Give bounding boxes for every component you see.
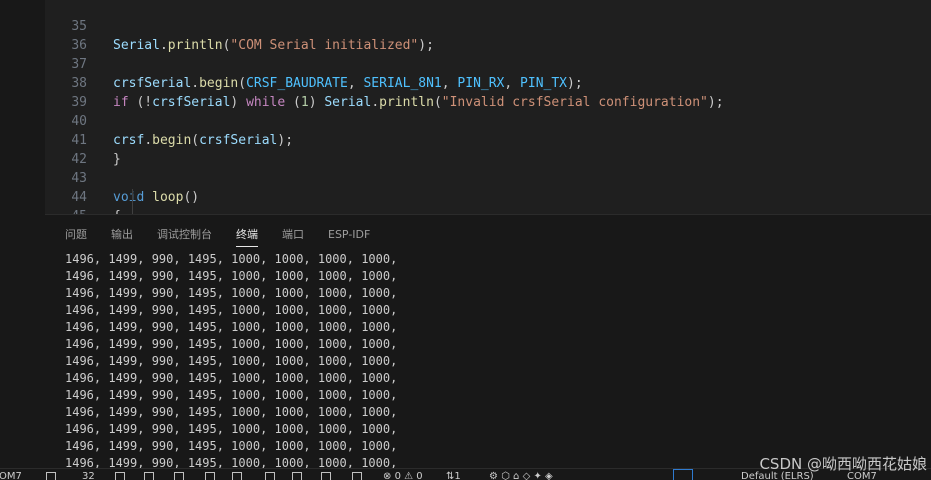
debug-icon[interactable] (321, 470, 331, 480)
terminal-line: 1496, 1499, 990, 1495, 1000, 1000, 1000,… (65, 388, 398, 402)
tab-problems[interactable]: 问题 (65, 225, 87, 245)
terminal-line: 1496, 1499, 990, 1495, 1000, 1000, 1000,… (65, 252, 398, 266)
code-line: 40 crsf.begin(crsfSerial); (45, 93, 293, 148)
panel-tabs: 问题 输出 调试控制台 终端 端口 ESP-IDF (45, 215, 931, 253)
terminal-line: 1496, 1499, 990, 1495, 1000, 1000, 1000,… (65, 320, 398, 334)
code-text: } (113, 152, 121, 167)
code-line: 42 (45, 131, 92, 167)
indent-guide (132, 189, 133, 214)
plug-icon[interactable] (232, 470, 242, 480)
warning-count: 0 (416, 471, 423, 480)
code-line: 45 // Must call crsf.update() in loop() … (45, 188, 92, 214)
code-text: crsfSerial.begin(CRSF_BAUDRATE, SERIAL_8… (113, 76, 583, 91)
code-text: void loop() (113, 190, 200, 205)
code-line: 43 void loop() (45, 150, 199, 205)
code-line: 35 Serial.println("COM Serial initialize… (45, 0, 434, 53)
terminal-line: 1496, 1499, 990, 1495, 1000, 1000, 1000,… (65, 354, 398, 368)
tab-esp-idf[interactable]: ESP-IDF (328, 225, 370, 245)
code-text: crsf.begin(crsfSerial); (113, 133, 294, 148)
terminal-line: 1496, 1499, 990, 1495, 1000, 1000, 1000,… (65, 337, 398, 351)
terminal-output[interactable]: 1496, 1499, 990, 1495, 1000, 1000, 1000,… (65, 251, 885, 469)
code-text: if (!crsfSerial) while (1) Serial.printl… (113, 95, 724, 110)
code-line: 44 { (45, 169, 120, 214)
status-com-port-left[interactable]: COM7 (0, 470, 22, 480)
check-icon[interactable] (174, 470, 184, 480)
active-status-button[interactable] (673, 469, 693, 480)
monitor-icon[interactable] (352, 470, 362, 480)
play-icon[interactable] (265, 470, 275, 480)
code-line: 37 crsfSerial.begin(CRSF_BAUDRATE, SERIA… (45, 36, 582, 91)
terminal-icon[interactable] (292, 470, 302, 480)
code-line: 39 (45, 74, 92, 110)
problems-status[interactable]: ⊗ 0 ⚠ 0 (383, 470, 423, 480)
tab-output[interactable]: 输出 (111, 225, 133, 245)
terminal-line: 1496, 1499, 990, 1495, 1000, 1000, 1000,… (65, 456, 398, 469)
arrow-right-icon[interactable] (205, 470, 215, 480)
code-line: 46 crsf.update(); (45, 207, 92, 214)
terminal-line: 1496, 1499, 990, 1495, 1000, 1000, 1000,… (65, 303, 398, 317)
vscode-window: 35 Serial.println("COM Serial initialize… (0, 0, 931, 480)
code-text: { (113, 207, 121, 214)
terminal-line: 1496, 1499, 990, 1495, 1000, 1000, 1000,… (65, 405, 398, 419)
bottom-panel: 问题 输出 调试控制台 终端 端口 ESP-IDF 1496, 1499, 99… (45, 214, 931, 469)
terminal-line: 1496, 1499, 990, 1495, 1000, 1000, 1000,… (65, 422, 398, 436)
sync-count: 1 (454, 471, 461, 480)
code-line: 41 } (45, 112, 120, 167)
code-line: 36 (45, 17, 92, 53)
tab-terminal[interactable]: 终端 (236, 225, 258, 247)
error-count: 0 (394, 471, 401, 480)
terminal-line: 1496, 1499, 990, 1495, 1000, 1000, 1000,… (65, 439, 398, 453)
sync-status[interactable]: ⇅1 (446, 470, 461, 480)
code-line: 38 if (!crsfSerial) while (1) Serial.pri… (45, 55, 723, 110)
flash-icon[interactable] (144, 470, 154, 480)
tab-ports[interactable]: 端口 (282, 225, 304, 245)
activity-bar-strip (0, 0, 45, 468)
terminal-line: 1496, 1499, 990, 1495, 1000, 1000, 1000,… (65, 269, 398, 283)
watermark-text: CSDN @呦西呦西花姑娘 (759, 455, 927, 473)
code-text: Serial.println("COM Serial initialized")… (113, 38, 434, 53)
gear-icon[interactable] (46, 470, 56, 480)
terminal-line: 1496, 1499, 990, 1495, 1000, 1000, 1000,… (65, 286, 398, 300)
tab-debug-console[interactable]: 调试控制台 (157, 225, 212, 245)
code-editor[interactable]: 35 Serial.println("COM Serial initialize… (45, 0, 931, 214)
status-counter[interactable]: 32 (82, 470, 95, 480)
tools-status-icons[interactable]: ⚙ ⬡ ⌂ ◇ ✦ ◈ (489, 470, 553, 480)
trash-icon[interactable] (115, 470, 125, 480)
terminal-line: 1496, 1499, 990, 1495, 1000, 1000, 1000,… (65, 371, 398, 385)
